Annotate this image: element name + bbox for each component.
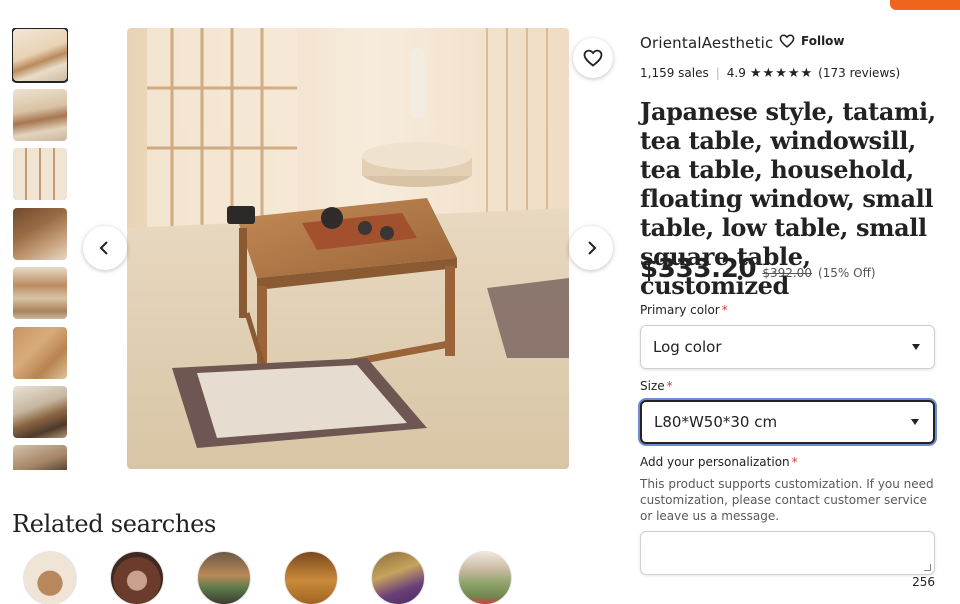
rating-stars[interactable]: ★ ★ ★ ★ ★ <box>750 67 812 80</box>
sale-price: $333.20 <box>640 254 757 284</box>
star-icon: ★ <box>749 65 762 81</box>
personalization-instructions: This product supports customization. If … <box>640 477 934 523</box>
resize-handle-icon[interactable] <box>924 564 931 571</box>
thumbnail-6[interactable] <box>13 327 67 379</box>
reviews-count[interactable]: (173 reviews) <box>818 66 900 80</box>
related-searches-title: Related searches <box>12 510 217 538</box>
thumbnail-3[interactable] <box>13 148 67 200</box>
follow-label: Follow <box>801 34 845 48</box>
star-icon: ★ <box>800 65 813 81</box>
related-searches-list <box>23 551 543 604</box>
stats-divider: | <box>715 66 720 80</box>
sales-count: 1,159 sales <box>640 66 709 80</box>
related-search-item[interactable] <box>284 551 338 604</box>
personalization-textarea[interactable] <box>640 531 935 575</box>
favorite-button[interactable] <box>573 38 613 78</box>
star-icon: ★ <box>775 65 787 81</box>
rating-value: 4.9 <box>726 66 746 80</box>
characters-remaining: 256 <box>912 575 935 589</box>
required-mark: * <box>666 379 673 393</box>
thumbnail-5[interactable] <box>13 267 67 319</box>
caret-down-icon <box>911 419 919 425</box>
shoji-window <box>147 28 297 228</box>
shop-name-link[interactable]: OrientalAesthetic <box>640 34 773 52</box>
thumbnail-7[interactable] <box>13 386 67 438</box>
heart-outline-icon <box>779 34 795 48</box>
cart-button-fragment[interactable] <box>890 0 960 10</box>
thumbnail-8[interactable] <box>13 445 67 470</box>
personalization-label-text: Add your personalization <box>640 455 790 469</box>
chevron-left-icon <box>99 241 108 255</box>
primary-color-label-text: Primary color <box>640 303 720 317</box>
related-search-item[interactable] <box>458 551 512 604</box>
previous-image-button[interactable] <box>83 226 127 270</box>
next-image-button[interactable] <box>569 226 613 270</box>
shop-stats: 1,159 sales | 4.9 ★ ★ ★ ★ ★ (173 reviews… <box>640 66 900 80</box>
size-select[interactable]: L80*W50*30 cm <box>640 400 935 444</box>
caret-down-icon <box>912 344 920 350</box>
thumbnail-2[interactable] <box>13 89 67 141</box>
required-mark: * <box>791 455 798 469</box>
personalization-label: Add your personalization * <box>640 455 798 469</box>
original-price: $392.00 <box>762 266 812 280</box>
size-label: Size * <box>640 379 673 393</box>
related-search-item[interactable] <box>197 551 251 604</box>
heart-icon <box>583 49 603 67</box>
related-search-item[interactable] <box>371 551 425 604</box>
thumbnail-4[interactable] <box>13 208 67 260</box>
related-search-item[interactable] <box>110 551 164 604</box>
thumbnail-strip <box>12 28 68 470</box>
main-product-image[interactable] <box>127 28 569 469</box>
discount-badge: (15% Off) <box>817 266 876 280</box>
primary-color-label: Primary color * <box>640 303 728 317</box>
follow-shop-button[interactable]: Follow <box>779 34 845 48</box>
tea-table-photo <box>127 28 569 469</box>
star-icon: ★ <box>762 65 775 81</box>
thumbnail-1[interactable] <box>12 28 68 83</box>
price-row: $333.20 $392.00 (15% Off) <box>640 254 876 284</box>
star-icon: ★ <box>787 65 800 81</box>
primary-color-select[interactable]: Log color <box>640 325 935 369</box>
size-value: L80*W50*30 cm <box>654 413 778 431</box>
related-search-item[interactable] <box>23 551 77 604</box>
required-mark: * <box>721 303 728 317</box>
primary-color-value: Log color <box>653 338 722 356</box>
chevron-right-icon <box>588 241 597 255</box>
size-label-text: Size <box>640 379 665 393</box>
